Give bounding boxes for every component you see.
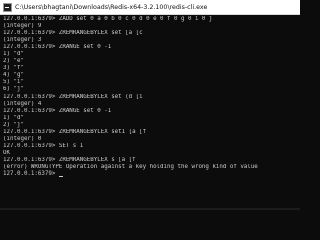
- terminal-line: (integer) 4: [3, 100, 42, 107]
- terminal-line: 2) "j": [3, 121, 24, 128]
- terminal-line: 1) "d": [3, 114, 24, 121]
- terminal-line: 127.0.0.1:6379> SET s 1: [3, 142, 84, 149]
- text-cursor: [58, 175, 63, 178]
- prompt-text: 127.0.0.1:6379>: [3, 171, 59, 178]
- terminal-line: (integer) 9: [3, 23, 42, 30]
- terminal-line: (integer) 3: [3, 37, 42, 44]
- terminal-line: 6) "j": [3, 86, 24, 93]
- terminal-line: 2) "e": [3, 58, 24, 65]
- command-prompt[interactable]: 127.0.0.1:6379>: [3, 171, 297, 178]
- terminal-line: (integer) 0: [3, 135, 42, 142]
- terminal-line: 127.0.0.1:6379> ZREMRANGEBYLEX set (d [i: [3, 93, 143, 100]
- window-bottom-edge: [0, 208, 300, 210]
- terminal-line: 127.0.0.1:6379> ZRANGE set 0 -1: [3, 107, 112, 114]
- terminal-line: 127.0.0.1:6379> ZREMRANGEBYLEX set [a [c: [3, 30, 143, 37]
- terminal-line: 3) "f": [3, 65, 24, 72]
- title-bar[interactable]: C:\Users\bhagtani\Downloads\Redis-x64-3.…: [0, 0, 300, 15]
- console-window: C:\Users\bhagtani\Downloads\Redis-x64-3.…: [0, 0, 300, 210]
- terminal-icon: [3, 2, 12, 12]
- terminal-line: 127.0.0.1:6379> ZADD set 0 a 0 b 0 c 0 d…: [3, 16, 213, 22]
- terminal-line: 127.0.0.1:6379> ZRANGE set 0 -1: [3, 44, 112, 51]
- terminal-line: 5) "i": [3, 79, 24, 86]
- terminal-line: (error) WRONGTYPE Operation against a ke…: [3, 163, 258, 170]
- terminal-output[interactable]: 127.0.0.1:6379> ZADD set 0 a 0 b 0 c 0 d…: [3, 16, 297, 208]
- terminal-line: 127.0.0.1:6379> ZREMRANGEBYLEX s [a [f: [3, 156, 136, 163]
- terminal-line: 4) "g": [3, 72, 24, 79]
- terminal-line: 1) "d": [3, 51, 24, 58]
- terminal-line: 127.0.0.1:6379> ZREMRANGEBYLEX set1 [a […: [3, 128, 147, 135]
- terminal-line: OK: [3, 149, 10, 156]
- window-title: C:\Users\bhagtani\Downloads\Redis-x64-3.…: [15, 3, 208, 11]
